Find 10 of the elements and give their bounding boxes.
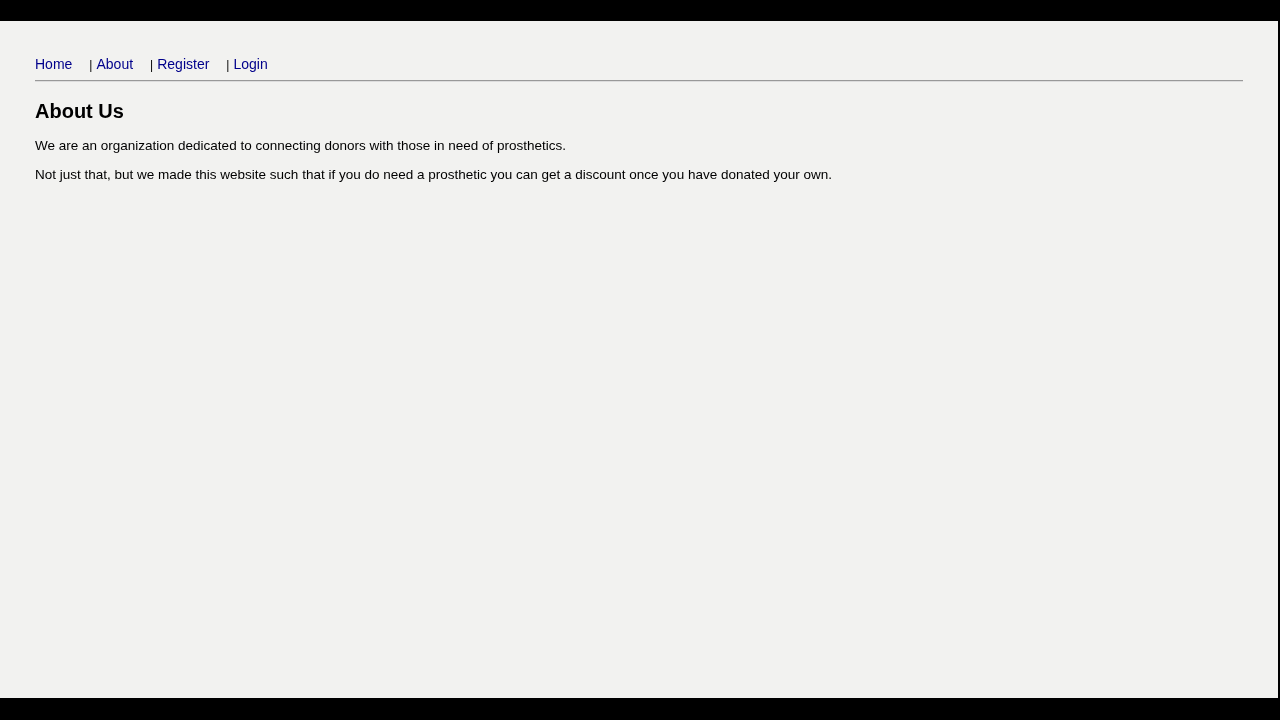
paragraph: We are an organization dedicated to connecting donors with those in need of prosthetics. <box>35 137 568 154</box>
nav-link[interactable]: About <box>96 55 134 73</box>
paragraph: Not just that, but we made this website such that if you do need a prosthetic you can get a discount once you have donated your own. <box>35 166 833 183</box>
nav-link[interactable]: Login <box>233 55 268 73</box>
nav-link[interactable]: Home <box>35 55 73 73</box>
nav-separator: | <box>226 57 230 74</box>
nav-link[interactable]: Register <box>157 55 210 73</box>
nav-separator: | <box>89 57 93 74</box>
nav-separator: | <box>150 57 154 74</box>
page-heading: About Us <box>35 100 125 123</box>
